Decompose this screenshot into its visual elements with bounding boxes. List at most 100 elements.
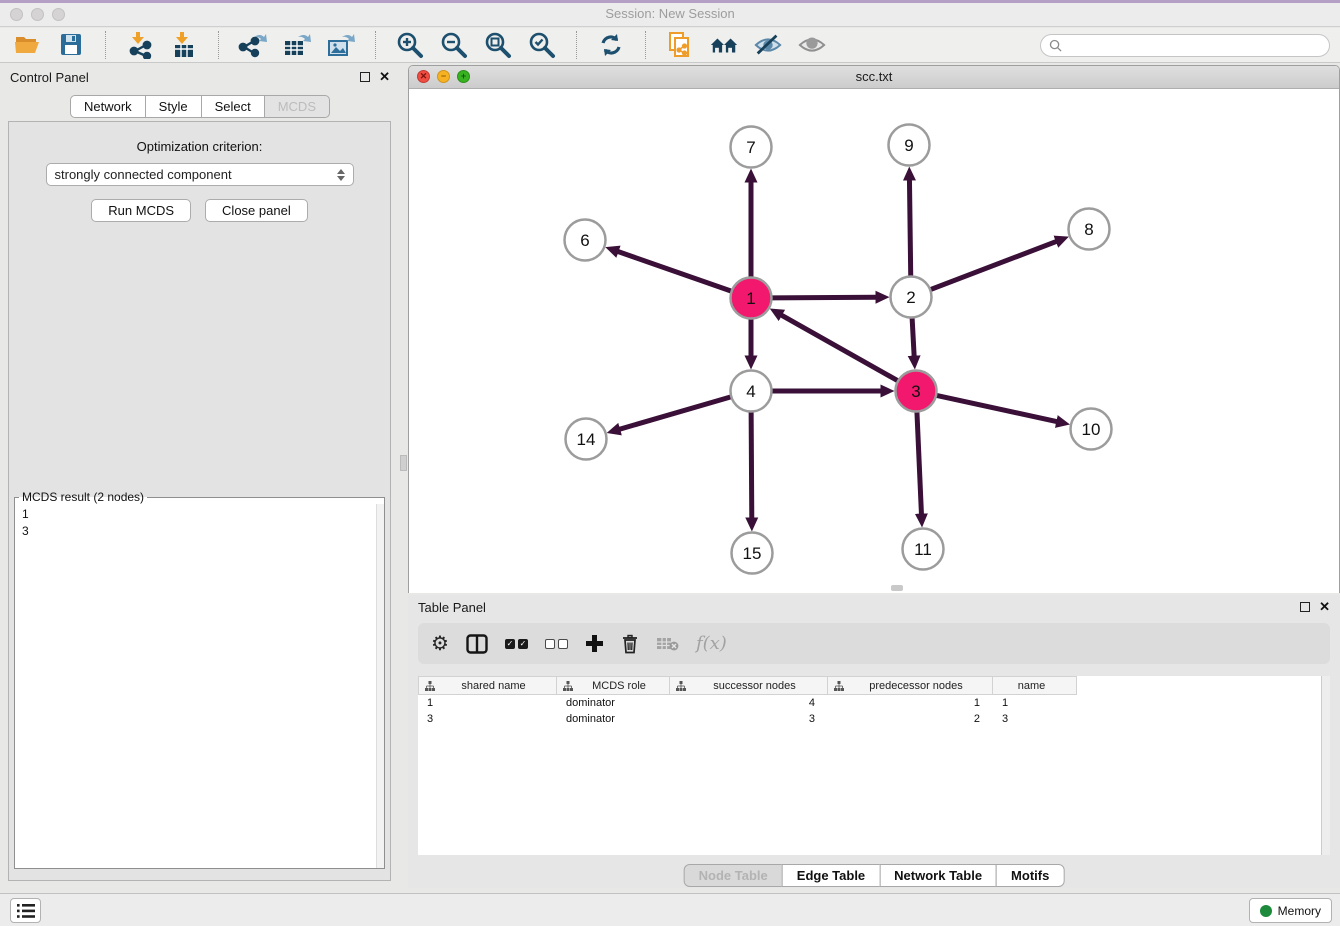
close-table-panel-icon[interactable]: ✕ [1319,602,1330,612]
cell-predecessor-nodes[interactable]: 2 [828,711,993,727]
mcds-result-text: 1 3 [15,504,384,542]
tab-style[interactable]: Style [145,95,202,118]
function-builder-icon: f(x) [696,633,727,654]
refresh-icon[interactable] [596,30,626,60]
unselect-all-checkboxes-icon[interactable] [545,639,568,649]
tab-node-table[interactable]: Node Table [684,864,783,887]
network-hscroll-thumb[interactable] [891,585,903,591]
column-label: MCDS role [575,680,669,692]
node-label-15: 15 [743,544,762,563]
criterion-select[interactable]: strongly connected component [46,163,354,186]
select-all-checkboxes-icon[interactable]: ✓✓ [505,639,528,649]
node-label-1: 1 [746,289,755,308]
zoom-fit-icon[interactable] [483,30,513,60]
column-header-MCDS-role[interactable]: MCDS role [557,676,670,695]
tab-network-table[interactable]: Network Table [879,864,997,887]
cell-shared-name[interactable]: 1 [418,695,557,711]
tab-network[interactable]: Network [70,95,146,118]
network-view-window: ✕ − + scc.txt 7968124314101511 [408,65,1340,593]
add-row-icon[interactable] [585,634,604,653]
cell-successor-nodes[interactable]: 3 [670,711,828,727]
table-row[interactable]: 1dominator411 [418,695,1330,711]
network-window-titlebar[interactable]: ✕ − + scc.txt [409,66,1339,89]
table-header-row[interactable]: shared name MCDS rolesuccessor nodesprede… [418,676,1330,695]
edge-2-9[interactable] [909,179,910,276]
import-network-icon[interactable] [125,30,155,60]
export-image-icon[interactable] [326,30,356,60]
edge-2-8[interactable] [930,241,1057,289]
first-neighbors-icon[interactable] [665,30,695,60]
close-panel-button[interactable]: Close panel [205,199,308,222]
column-header-predecessor-nodes[interactable]: predecessor nodes [828,676,993,695]
table-row[interactable]: 3dominator323 [418,711,1330,727]
show-columns-icon[interactable] [466,634,488,654]
cell-MCDS-role[interactable]: dominator [557,695,670,711]
mcds-result-group: MCDS result (2 nodes) 1 3 [14,490,385,869]
node-label-14: 14 [577,430,596,449]
zoom-selected-icon[interactable] [527,30,557,60]
export-network-icon[interactable] [238,30,268,60]
optimization-criterion-label: Optimization criterion: [9,139,390,154]
edge-3-1[interactable] [781,315,898,381]
node-table[interactable]: shared name MCDS rolesuccessor nodesprede… [418,676,1330,855]
edge-4-14[interactable] [619,397,731,430]
tab-mcds[interactable]: MCDS [264,95,330,118]
search-input[interactable] [1067,38,1329,52]
import-table-icon[interactable] [169,30,199,60]
close-window-button[interactable] [10,8,23,21]
control-panel: Control Panel ✕ NetworkStyleSelectMCDS O… [0,65,400,884]
export-table-icon[interactable] [282,30,312,60]
column-header-name[interactable]: name [993,676,1077,695]
toolbar-separator [218,31,219,59]
cell-MCDS-role[interactable]: dominator [557,711,670,727]
zoom-out-icon[interactable] [439,30,469,60]
edge-3-10[interactable] [936,395,1057,421]
settings-gear-icon[interactable]: ⚙ [431,631,449,656]
network-graph[interactable]: 7968124314101511 [409,89,1339,592]
column-header-successor-nodes[interactable]: successor nodes [670,676,828,695]
tab-edge-table[interactable]: Edge Table [782,864,880,887]
hide-graphics-details-icon[interactable] [753,30,783,60]
memory-button[interactable]: Memory [1249,898,1332,923]
network-canvas[interactable]: 7968124314101511 [409,89,1339,593]
column-type-icon [425,681,435,691]
table-body[interactable]: 1dominator4113dominator323 [418,695,1330,727]
edge-1-6[interactable] [618,251,732,291]
column-header-shared-name[interactable]: shared name [418,676,557,695]
cell-predecessor-nodes[interactable]: 1 [828,695,993,711]
float-table-panel-icon[interactable] [1300,602,1310,612]
mcds-result-area[interactable]: 1 3 [15,504,384,868]
minimize-window-button[interactable] [31,8,44,21]
run-mcds-button[interactable]: Run MCDS [91,199,191,222]
float-panel-icon[interactable] [360,72,370,82]
open-session-icon[interactable] [12,30,42,60]
window-controls[interactable] [10,8,65,21]
search-box[interactable] [1040,34,1330,57]
edge-1-2[interactable] [771,297,876,298]
close-panel-icon[interactable]: ✕ [379,72,390,82]
network-minimize-icon[interactable]: − [437,70,450,83]
save-session-icon[interactable] [56,30,86,60]
result-scrollbar[interactable] [376,504,384,868]
edge-2-3[interactable] [912,317,914,356]
edge-3-11[interactable] [917,411,922,514]
cell-name[interactable]: 3 [993,711,1077,727]
cell-successor-nodes[interactable]: 4 [670,695,828,711]
panel-splitter-handle[interactable] [400,455,407,471]
zoom-in-icon[interactable] [395,30,425,60]
cell-shared-name[interactable]: 3 [418,711,557,727]
network-close-icon[interactable]: ✕ [417,70,430,83]
show-graphics-details-icon[interactable] [797,30,827,60]
edge-4-15[interactable] [751,411,752,518]
node-label-3: 3 [911,382,920,401]
network-maximize-icon[interactable]: + [457,70,470,83]
table-scrollbar[interactable] [1321,676,1330,855]
delete-row-trash-icon[interactable] [621,634,639,654]
task-history-button[interactable] [10,898,41,923]
cell-name[interactable]: 1 [993,695,1077,711]
nested-network-home-icon[interactable] [709,30,739,60]
search-icon [1049,39,1062,52]
tab-motifs[interactable]: Motifs [996,864,1064,887]
tab-select[interactable]: Select [201,95,265,118]
maximize-window-button[interactable] [52,8,65,21]
